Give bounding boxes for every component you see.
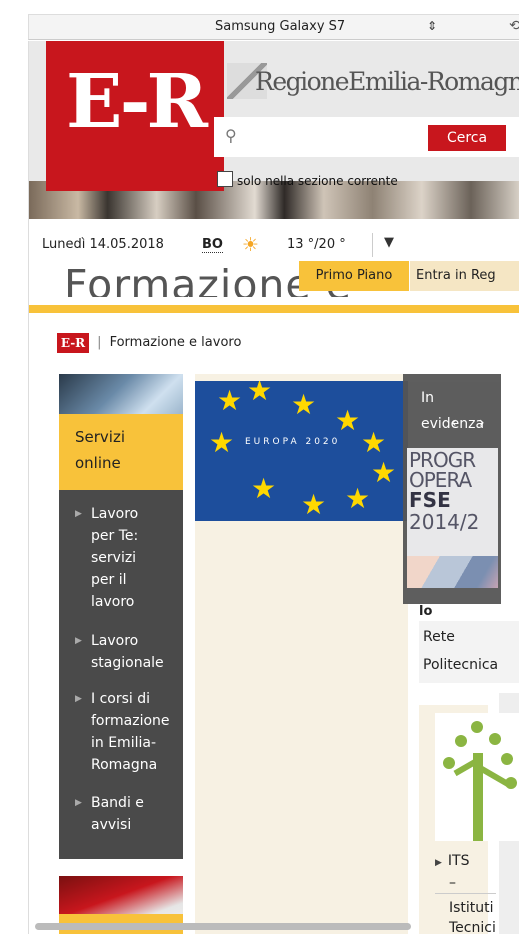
star-icon: ★ [335, 404, 361, 437]
site-header: E-R RegioneEmilia-Romagna ⚲ Cerca solo n… [29, 41, 519, 219]
menu-item-corsi-formazione[interactable]: ▶ I corsi di formazione in Emilia- Romag… [75, 688, 170, 776]
tab-primo-piano[interactable]: Primo Piano [299, 261, 409, 291]
breadcrumb-home-logo[interactable]: E-R [57, 332, 89, 353]
region-brand[interactable]: RegioneEmilia-Romagna [227, 63, 519, 103]
menu-line: Lavoro [91, 633, 139, 649]
services-menu: ▶ Lavoro per Te: servizi per il lavoro ▶… [59, 490, 183, 859]
star-icon: ★ [371, 456, 397, 489]
its-tree-logo[interactable] [435, 713, 519, 841]
poster-band [407, 556, 498, 588]
servizi-online-line2: online [75, 454, 121, 472]
device-select-arrows-icon[interactable]: ⇕ [427, 19, 437, 33]
emulated-viewport: E-R RegioneEmilia-Romagna ⚲ Cerca solo n… [28, 41, 519, 934]
temperature: 13 °/20 ° [287, 237, 346, 252]
poster-title-1: PROGR [409, 448, 476, 472]
menu-line: servizi [91, 550, 137, 566]
tree-leaf [455, 735, 467, 747]
its-label: ITS [447, 853, 470, 869]
its-istituti: Istituti [435, 893, 496, 918]
divider [372, 233, 373, 257]
search-bar: ⚲ Cerca [214, 117, 519, 157]
yellow-divider [29, 305, 519, 313]
its-tecnici: Tecnici [449, 920, 496, 934]
poster-years: 2014/2 [409, 510, 480, 534]
europa-2020-label: EUROPA 2020 [245, 437, 341, 447]
dropdown-caret-icon[interactable]: ▼ [384, 235, 394, 250]
device-toolbar: Samsung Galaxy S7 ⇕ ⟲ [28, 14, 519, 40]
horizontal-scrollbar[interactable] [35, 923, 411, 930]
its-dash: – [449, 875, 456, 891]
section-only-checkbox[interactable] [217, 171, 233, 187]
breadcrumb: E-R | Formazione e lavoro [57, 332, 241, 354]
menu-line: per Te: [91, 528, 139, 544]
menu-line: lavoro [91, 594, 135, 610]
carousel-prev-icon[interactable]: ‹ [451, 415, 457, 431]
servizi-online-line1: Servizi [75, 428, 126, 446]
menu-item-lavoro-per-te[interactable]: ▶ Lavoro per Te: servizi per il lavoro [75, 503, 138, 613]
services-thumbnail[interactable] [59, 374, 183, 414]
tree-leaf [489, 733, 501, 745]
in-evidenza-line1: In [421, 390, 435, 406]
poster-fse: FSE [409, 488, 451, 512]
menu-arrow-icon: ▶ [75, 509, 82, 519]
menu-line: I corsi di [91, 691, 151, 707]
search-input[interactable] [244, 125, 404, 149]
er-logo-text: E-R [66, 59, 208, 145]
search-icon: ⚲ [225, 126, 237, 145]
poster-title-2: OPERA [409, 468, 472, 492]
tree-leaf [505, 777, 517, 789]
menu-arrow-icon: ▶ [75, 798, 82, 808]
menu-line: in Emilia- [91, 735, 156, 751]
menu-arrow-icon: ▶ [75, 694, 82, 704]
star-icon: ★ [345, 482, 371, 515]
star-icon: ★ [291, 388, 317, 421]
menu-line: avvisi [91, 817, 132, 833]
its-arrow-icon: ▶ [435, 858, 442, 868]
tree-leaf [501, 753, 513, 765]
its-item: ▶ ITS [435, 853, 470, 869]
europa-2020-banner[interactable]: ★ ★ ★ ★ ★ ★ ★ ★ ★ ★ EUROPA 2020 [195, 381, 408, 521]
breadcrumb-current[interactable]: Formazione e lavoro [110, 335, 242, 350]
menu-item-bandi-avvisi[interactable]: ▶ Bandi e avvisi [75, 792, 144, 836]
star-icon: ★ [301, 488, 327, 521]
tab-entra-in-regione[interactable]: Entra in Reg [410, 261, 519, 291]
its-link[interactable]: ▶ ITS – Istituti Tecnici [435, 851, 496, 934]
rete-line2: Politecnica [423, 657, 499, 673]
io-text: lo [419, 604, 433, 619]
device-select[interactable]: Samsung Galaxy S7 [215, 19, 345, 34]
menu-arrow-icon: ▶ [75, 636, 82, 646]
sun-icon: ☀ [242, 234, 260, 256]
fse-poster[interactable]: PROGR OPERA FSE 2014/2 [407, 448, 498, 588]
star-icon: ★ [217, 384, 243, 417]
menu-line: Bandi e [91, 795, 144, 811]
star-icon: ★ [209, 426, 235, 459]
tree-leaf [443, 757, 455, 769]
section-only-label: solo nella sezione corrente [237, 174, 398, 188]
star-icon: ★ [361, 426, 387, 459]
breadcrumb-separator: | [97, 335, 102, 350]
province-link[interactable]: BO [202, 237, 223, 253]
carousel-next-icon[interactable]: › [479, 415, 485, 431]
menu-line: per il [91, 572, 127, 588]
menu-line: formazione [91, 713, 170, 729]
browser-frame: Samsung Galaxy S7 ⇕ ⟲ E-R RegioneEmilia-… [0, 0, 519, 934]
rete-line1: Rete [423, 629, 455, 645]
rotate-device-icon[interactable]: ⟲ [509, 18, 519, 34]
menu-line: Romagna [91, 757, 158, 773]
current-date: Lunedì 14.05.2018 [42, 237, 164, 252]
er-logo[interactable]: E-R [46, 41, 224, 191]
right-edge-panel [502, 374, 519, 604]
rete-politecnica-box[interactable]: Rete Politecnica [419, 621, 519, 683]
tree-leaf [471, 721, 483, 733]
star-icon: ★ [247, 381, 273, 407]
menu-item-lavoro-stagionale[interactable]: ▶ Lavoro stagionale [75, 630, 164, 674]
region-name: RegioneEmilia-Romagna [255, 67, 519, 96]
star-icon: ★ [251, 472, 277, 505]
search-button[interactable]: Cerca [428, 125, 506, 151]
menu-line: Lavoro [91, 506, 139, 522]
menu-line: stagionale [91, 655, 164, 671]
servizi-online-box[interactable]: Servizi online [59, 414, 183, 490]
